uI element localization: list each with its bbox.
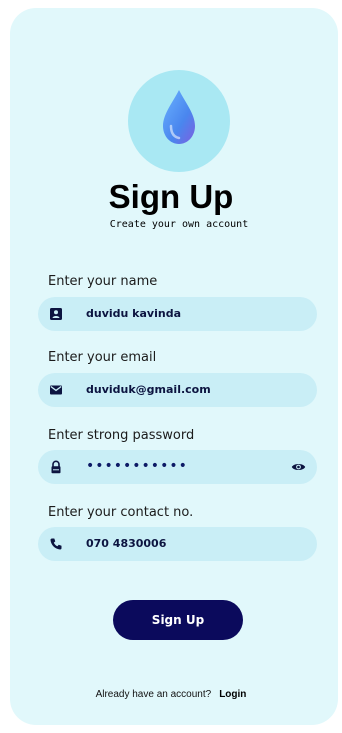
password-label: Enter strong password [48,428,195,443]
name-field[interactable]: duvidu kavinda [38,297,317,331]
lock-icon [51,460,61,474]
email-field[interactable]: duviduk@gmail.com [38,373,317,407]
phone-icon [50,538,62,550]
contact-card-icon [50,308,62,320]
name-label: Enter your name [48,274,158,289]
page-subtitle: Create your own account [109,219,249,230]
contact-label: Enter your contact no. [48,505,194,520]
contact-field[interactable]: 070 4830006 [38,527,317,561]
eye-icon[interactable] [291,460,306,474]
mail-icon [50,385,62,395]
water-drop-icon [163,90,195,144]
name-input[interactable]: duvidu kavinda [86,297,181,331]
password-field[interactable]: ••••••••••• [38,450,317,484]
email-label: Enter your email [48,350,157,365]
footer: Already have an account? Login [0,689,342,700]
contact-input[interactable]: 070 4830006 [86,527,166,561]
login-link[interactable]: Login [219,689,246,700]
login-prompt: Already have an account? [95,689,212,700]
email-input[interactable]: duviduk@gmail.com [86,373,211,407]
logo [128,70,230,172]
password-input[interactable]: ••••••••••• [86,450,188,484]
page-title: Sign Up [108,178,234,215]
signup-button[interactable]: Sign Up [113,600,243,640]
